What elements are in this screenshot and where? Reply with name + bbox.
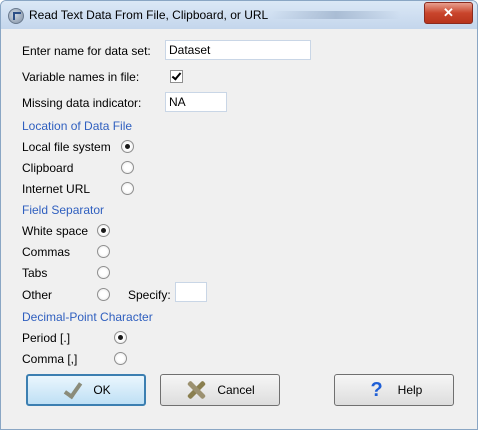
title-bar[interactable]: Read Text Data From File, Clipboard, or …	[1, 1, 477, 29]
specify-input[interactable]	[175, 282, 207, 302]
decimal-period-radio[interactable]	[114, 331, 127, 344]
checkmark-icon	[61, 379, 83, 401]
separator-tabs-label: Tabs	[22, 266, 48, 280]
separator-heading: Field Separator	[22, 203, 105, 217]
blurred-title-region	[271, 11, 401, 19]
location-clipboard-radio[interactable]	[121, 161, 134, 174]
location-clipboard-label: Clipboard	[22, 161, 74, 175]
missing-data-input[interactable]	[165, 92, 227, 112]
ok-button[interactable]: OK	[26, 374, 146, 406]
separator-other-radio[interactable]	[97, 288, 110, 301]
ok-button-label: OK	[93, 383, 111, 397]
variable-names-label: Variable names in file:	[22, 70, 140, 84]
variable-names-checkbox[interactable]	[170, 70, 183, 83]
separator-commas-label: Commas	[22, 245, 71, 259]
specify-label: Specify:	[128, 288, 171, 302]
decimal-period-label: Period [.]	[22, 331, 71, 345]
dataset-name-label: Enter name for data set:	[22, 44, 151, 58]
separator-whitespace-radio[interactable]	[97, 224, 110, 237]
separator-commas-radio[interactable]	[97, 245, 110, 258]
separator-tabs-radio[interactable]	[97, 266, 110, 279]
location-url-label: Internet URL	[22, 182, 91, 196]
dialog-body: Enter name for data set: Variable names …	[7, 30, 471, 423]
cancel-button-label: Cancel	[217, 383, 255, 397]
window-title: Read Text Data From File, Clipboard, or …	[29, 8, 269, 22]
close-button[interactable]: ✕	[424, 2, 473, 24]
cancel-button[interactable]: Cancel	[160, 374, 280, 406]
location-local-label: Local file system	[22, 140, 111, 154]
dialog-window: Read Text Data From File, Clipboard, or …	[0, 0, 478, 430]
decimal-comma-radio[interactable]	[114, 352, 127, 365]
dataset-name-input[interactable]	[165, 40, 311, 60]
help-button-label: Help	[397, 383, 423, 397]
missing-data-label: Missing data indicator:	[22, 96, 142, 110]
help-button[interactable]: ? Help	[334, 374, 454, 406]
question-mark-icon: ?	[370, 379, 383, 401]
decimal-heading: Decimal-Point Character	[22, 310, 153, 324]
separator-other-label: Other	[22, 288, 53, 302]
decimal-comma-label: Comma [,]	[22, 352, 78, 366]
r-logo-icon	[8, 8, 24, 24]
location-local-radio[interactable]	[121, 140, 134, 153]
location-heading: Location of Data File	[22, 119, 133, 133]
separator-whitespace-label: White space	[22, 224, 89, 238]
x-icon	[185, 379, 207, 401]
location-url-radio[interactable]	[121, 182, 134, 195]
